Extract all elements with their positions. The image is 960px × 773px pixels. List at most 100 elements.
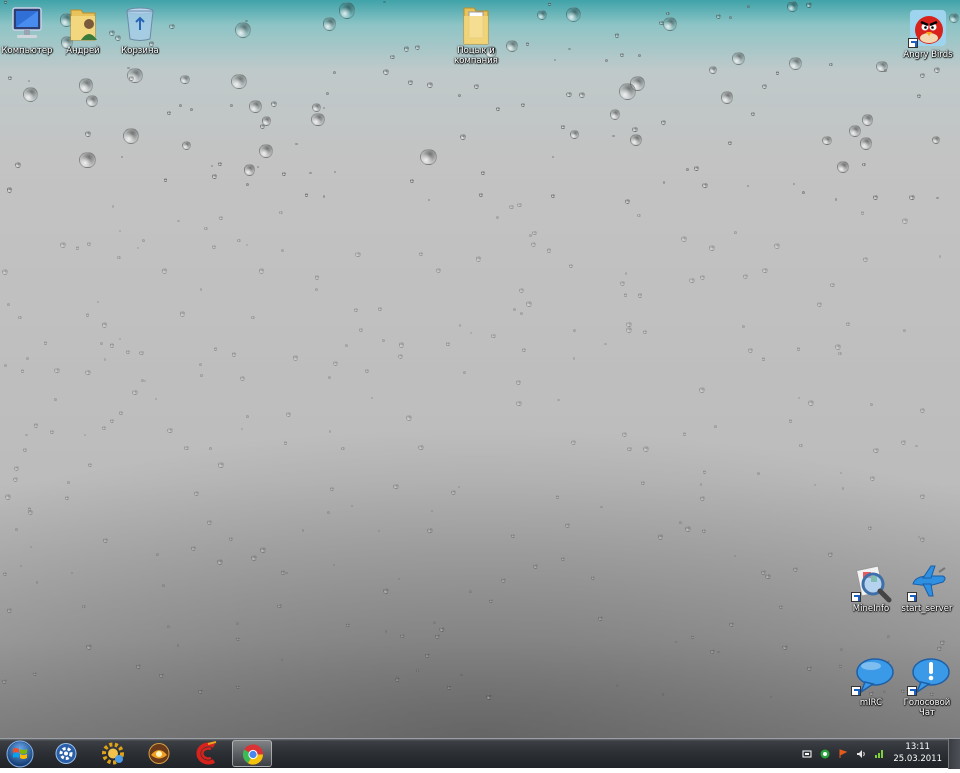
water-drop (919, 407, 925, 414)
water-drop (861, 114, 874, 127)
water-drop (332, 70, 336, 74)
water-drop (776, 71, 780, 75)
water-drop (354, 251, 361, 258)
water-drop (565, 6, 582, 22)
water-drop (709, 65, 718, 74)
windows-orb-icon (6, 740, 34, 768)
water-drop (398, 342, 405, 348)
water-drop (681, 236, 687, 243)
water-drop (158, 672, 165, 679)
water-drop (520, 102, 526, 107)
green-status-icon[interactable] (820, 749, 830, 759)
water-drop (658, 20, 664, 26)
water-drop (762, 267, 769, 274)
water-drop (409, 178, 415, 184)
water-drop (377, 529, 380, 533)
desktop-icon-label: Поцык и компания (454, 46, 498, 66)
water-drop (919, 536, 926, 543)
water-drop (381, 339, 385, 343)
taskbar-gear-app-button[interactable] (93, 740, 133, 767)
airplane-icon (907, 562, 947, 602)
water-drop (828, 62, 833, 67)
water-drop (624, 199, 630, 205)
shortcut-arrow-icon (908, 38, 918, 48)
water-drop (295, 142, 298, 146)
water-drop (302, 529, 305, 532)
clock-time: 13:11 (905, 742, 930, 752)
water-drop (661, 119, 667, 125)
water-drop (662, 17, 678, 32)
water-drop (400, 634, 405, 639)
chat-bubble-icon (851, 656, 894, 696)
action-center-icon[interactable] (802, 749, 812, 759)
desktop-icon-voice-chat[interactable]: Голосовой Чат (894, 656, 960, 718)
shortcut-arrow-icon (851, 592, 861, 602)
taskbar-media-player-button[interactable] (139, 740, 179, 767)
water-drop (531, 230, 537, 236)
water-drop (591, 576, 595, 581)
desktop-icon-start-server[interactable]: start_server (894, 562, 960, 614)
desktop-icon-recycle-bin[interactable]: Корзина (107, 4, 173, 56)
water-drop (433, 621, 437, 625)
water-drop (902, 218, 909, 224)
desktop-icon-label: Голосовой Чат (903, 698, 951, 718)
start-button[interactable] (4, 739, 36, 769)
desktop-icon-angry-birds[interactable]: Angry Birds (895, 8, 960, 60)
water-drop (8, 76, 12, 80)
water-drop (315, 275, 320, 280)
water-drop (85, 95, 98, 108)
taskbar-ccleaner-button[interactable] (186, 740, 226, 767)
water-drop (839, 471, 842, 474)
water-drop (178, 103, 182, 107)
desktop-icon-folder[interactable]: Поцык и компания (443, 4, 509, 66)
folder-icon (456, 4, 496, 45)
water-drop (235, 636, 240, 642)
water-drop (246, 415, 250, 418)
water-drop (383, 69, 390, 76)
show-desktop-button[interactable] (948, 739, 960, 769)
water-drop (446, 342, 450, 346)
water-drop (436, 267, 442, 273)
water-drop (13, 466, 19, 471)
water-drop (568, 47, 571, 51)
water-drop (156, 553, 159, 556)
water-drop (378, 306, 383, 311)
water-drop (702, 182, 708, 188)
water-drop (828, 552, 834, 557)
water-drop (438, 626, 445, 633)
water-drop (190, 107, 193, 111)
water-drop (509, 204, 515, 210)
water-drop (383, 588, 390, 595)
water-drop (250, 315, 255, 320)
water-drop (311, 102, 321, 112)
water-drop (604, 58, 609, 62)
water-drop (258, 268, 264, 274)
water-drop (813, 483, 817, 487)
water-drop (701, 529, 706, 534)
water-drop (517, 202, 522, 208)
water-drop (734, 231, 737, 234)
water-drop (167, 110, 172, 115)
water-drop (118, 411, 123, 416)
clock-date: 25.03.2011 (893, 754, 942, 764)
water-drop (598, 616, 603, 621)
water-drop (838, 351, 843, 356)
water-drop (309, 171, 312, 175)
water-drop (699, 483, 703, 486)
water-drop (230, 104, 234, 108)
chrome-icon (242, 744, 264, 765)
network-icon[interactable] (874, 749, 884, 759)
taskbar-settings-button[interactable] (46, 740, 86, 767)
water-drop (457, 486, 460, 489)
water-drop (167, 427, 174, 434)
water-drop (332, 563, 336, 567)
water-drop (720, 90, 734, 104)
water-drop (500, 578, 506, 584)
water-drop (271, 101, 278, 108)
clock[interactable]: 13:11 25.03.2011 (893, 741, 942, 765)
desktop-background[interactable]: Компьютер Андрей Корзина Поцык и компани… (0, 0, 960, 738)
taskbar-chrome-button[interactable] (232, 740, 272, 767)
volume-icon[interactable] (856, 749, 866, 759)
water-drop (370, 396, 374, 400)
flag-icon[interactable] (838, 749, 848, 759)
